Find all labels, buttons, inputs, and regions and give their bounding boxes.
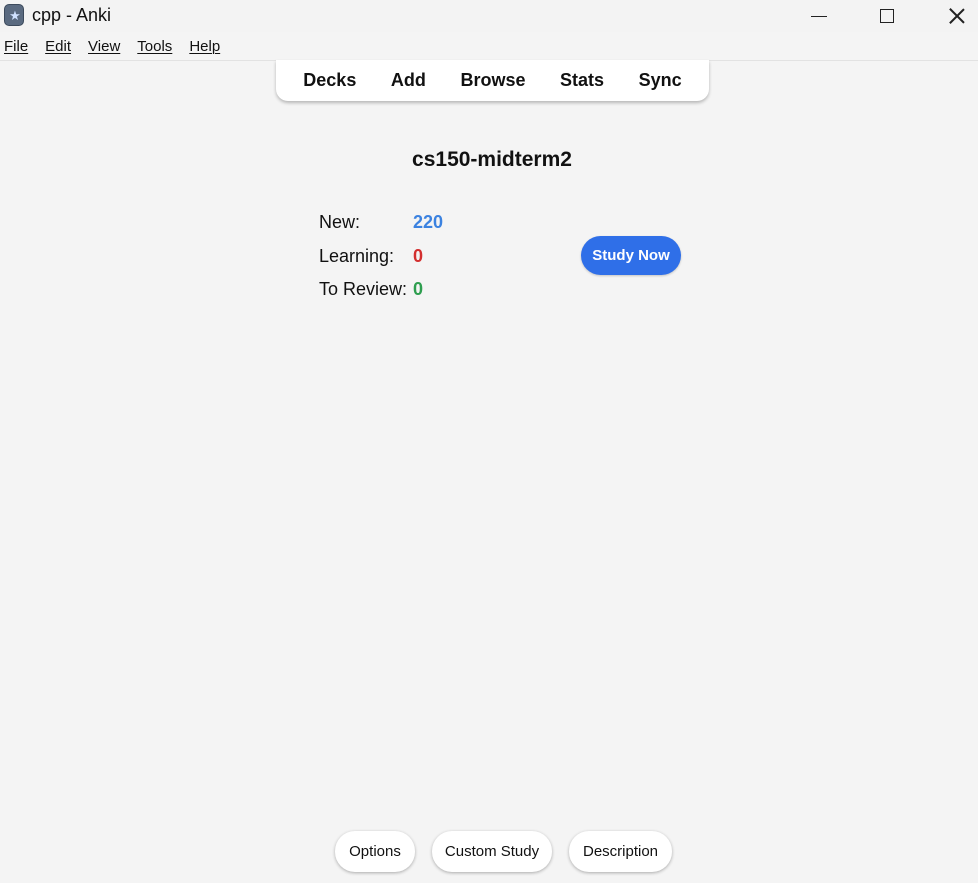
anki-icon: ★: [4, 4, 24, 26]
toolbar-sync[interactable]: Sync: [639, 70, 682, 91]
toolbar-add[interactable]: Add: [391, 70, 426, 91]
maximize-icon: [880, 9, 894, 23]
menu-tools[interactable]: Tools: [137, 38, 172, 60]
study-now-button[interactable]: Study Now: [581, 236, 681, 275]
window-title: cpp - Anki: [32, 5, 112, 25]
bottom-bar: Options Custom Study Description: [0, 831, 978, 873]
close-button[interactable]: [934, 0, 978, 32]
menu-bar: File Edit View Tools Help: [0, 38, 233, 60]
deck-title: cs150-midterm2: [412, 148, 572, 171]
stat-review-count: 0: [413, 279, 424, 299]
options-button[interactable]: Options: [335, 831, 415, 872]
close-icon: [949, 8, 965, 24]
menu-view[interactable]: View: [88, 38, 120, 60]
stat-learning-label: Learning:: [319, 245, 395, 266]
minimize-button[interactable]: [796, 0, 842, 32]
toolbar-stats[interactable]: Stats: [560, 70, 604, 91]
toolbar-decks[interactable]: Decks: [303, 70, 356, 91]
minimize-icon: [811, 15, 827, 17]
maximize-button[interactable]: [864, 0, 910, 32]
title-bar: ★ cpp - Anki: [0, 0, 978, 32]
toolbar-browse[interactable]: Browse: [460, 70, 525, 91]
stat-new-count: 220: [413, 212, 444, 232]
description-button[interactable]: Description: [569, 831, 672, 872]
menu-help[interactable]: Help: [189, 38, 220, 60]
stat-new-label: New:: [319, 212, 361, 232]
menu-file[interactable]: File: [4, 38, 28, 60]
stat-learning-count: 0: [413, 245, 424, 266]
custom-study-button[interactable]: Custom Study: [432, 831, 552, 872]
main-toolbar: Decks Add Browse Stats Sync: [276, 60, 709, 101]
stat-review-label: To Review:: [319, 279, 408, 299]
anki-window: ★ cpp - Anki File Edit View Tools Help D…: [0, 0, 978, 883]
menu-edit[interactable]: Edit: [45, 38, 71, 60]
